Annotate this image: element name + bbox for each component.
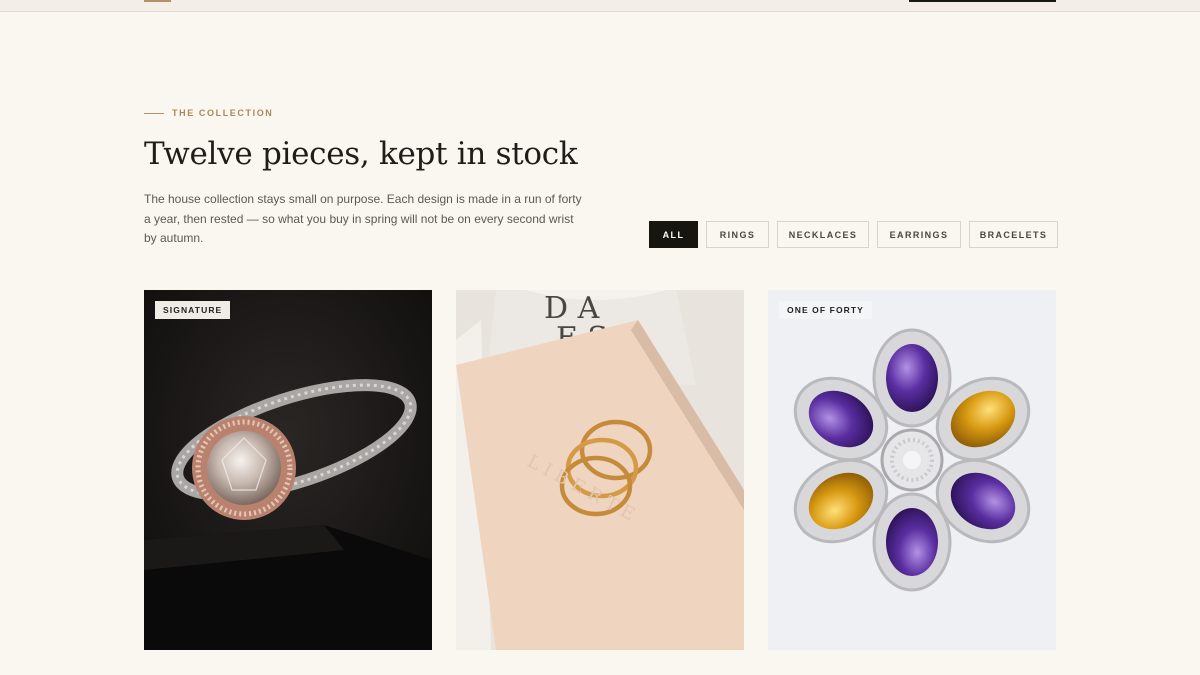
filter-necklaces-button[interactable]: NECKLACES: [777, 221, 869, 248]
gold-rings-image: D A E S L I B E R T E: [456, 290, 744, 650]
header-cta-button[interactable]: [909, 0, 1056, 2]
flower-brooch-image: [768, 290, 1056, 650]
filter-bracelets-button[interactable]: BRACELETS: [969, 221, 1058, 248]
site-header: [0, 0, 1200, 12]
section-intro: The house collection stays small on purp…: [144, 192, 582, 245]
halo-ring-image: [144, 290, 432, 650]
eyebrow-text: THE COLLECTION: [172, 108, 274, 118]
section-title: Twelve pieces, kept in stock: [144, 136, 578, 172]
section-eyebrow: THE COLLECTION: [144, 108, 273, 118]
product-badge: SIGNATURE: [155, 301, 231, 319]
product-badge: ONE OF FORTY: [779, 301, 872, 319]
category-filters: ALL RINGS NECKLACES EARRINGS BRACELETS: [649, 221, 1058, 248]
product-card-signature-ring[interactable]: SIGNATURE: [144, 290, 432, 650]
logo-underline[interactable]: [144, 0, 171, 2]
product-card-stacked-rings[interactable]: D A E S L I B E R T E: [456, 290, 744, 650]
eyebrow-rule: [144, 112, 164, 114]
filter-earrings-button[interactable]: EARRINGS: [877, 221, 961, 248]
filter-rings-button[interactable]: RINGS: [706, 221, 769, 248]
filter-all-button[interactable]: ALL: [649, 221, 698, 248]
product-card-one-of-forty[interactable]: ONE OF FORTY: [768, 290, 1056, 650]
